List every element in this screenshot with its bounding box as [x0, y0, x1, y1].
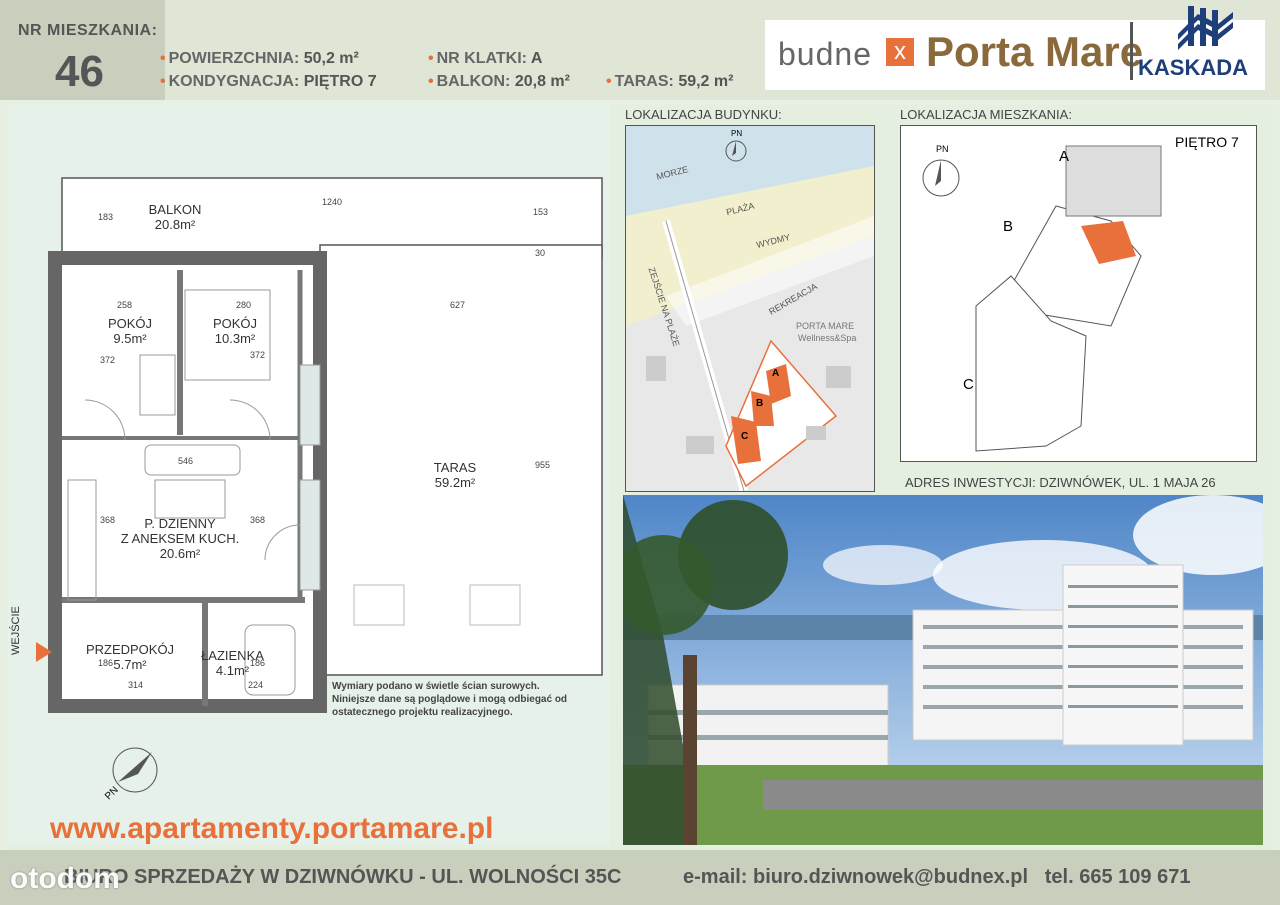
dim-280: 280 — [236, 300, 252, 310]
room1-label: POKÓJ 9.5m² — [107, 316, 153, 346]
spec-floor: • KONDYGNACJA: PIĘTRO 7 — [160, 73, 377, 90]
logo-separator — [1130, 22, 1133, 80]
dim-372a: 372 — [100, 355, 116, 365]
kaskada-waves-icon — [1178, 6, 1233, 50]
hallway-label: PRZEDPOKÓJ 5.7m² — [85, 642, 175, 672]
budnex-logo-x: x — [886, 38, 914, 66]
entrance-arrow-icon — [36, 642, 52, 662]
map2-b-label: B — [1003, 218, 1014, 235]
dim-1240: 1240 — [322, 197, 343, 207]
dim-546: 546 — [178, 456, 194, 466]
dim-183: 183 — [98, 212, 114, 222]
disclaimer: Wymiary podano w świetle ścian surowych.… — [332, 681, 568, 718]
dim-153: 153 — [533, 207, 549, 217]
dim-314: 314 — [128, 680, 144, 690]
kaskada-logo: KASKADA — [1138, 55, 1248, 80]
dim-955: 955 — [535, 460, 551, 470]
investment-address: ADRES INWESTYCJI: DZIWNÓWEK, UL. 1 MAJA … — [905, 475, 1216, 490]
apartment-location-title: LOKALIZACJA MIESZKANIA: — [900, 107, 1072, 122]
apartment-number-value: 46 — [55, 47, 104, 96]
dim-368a: 368 — [100, 515, 116, 525]
dim-368b: 368 — [250, 515, 266, 525]
phone-number[interactable]: 665 109 671 — [1079, 866, 1190, 888]
building-location-map: MORZE PLAŻA WYDMY REKREACJA PORTA MARE W… — [625, 125, 875, 492]
map-wellness-label: Wellness&Spa — [798, 333, 857, 343]
dim-224: 224 — [248, 680, 264, 690]
apartment-location-map: PIĘTRO 7 PN A B C — [900, 125, 1257, 462]
dim-258: 258 — [117, 300, 133, 310]
living-room-label: P. DZIENNY Z ANEKSEM KUCH. 20.6m² — [120, 516, 240, 561]
map1-b-label: B — [756, 398, 764, 409]
floor-plan — [48, 177, 603, 713]
entrance-label: WEJŚCIE — [10, 606, 22, 655]
map1-a-label: A — [772, 368, 780, 379]
building-rendering — [623, 495, 1263, 845]
budnex-logo: budne — [778, 36, 872, 72]
spec-balcony: • BALKON: 20,8 m² — [428, 73, 570, 90]
tel-label: tel. — [1044, 866, 1074, 888]
dim-30: 30 — [535, 248, 546, 258]
terrace-label: TARAS 59.2m² — [433, 460, 477, 490]
room2-label: POKÓJ 10.3m² — [212, 316, 258, 346]
dim-372b: 372 — [250, 350, 266, 360]
dim-186a: 186 — [98, 658, 114, 668]
contact-info: e-mail: biuro.dziwnowek@budnex.pl tel. 6… — [683, 866, 1190, 889]
email-link[interactable]: e-mail: biuro.dziwnowek@budnex.pl — [683, 866, 1028, 888]
map1-north-label: PN — [731, 129, 743, 138]
spec-terrace: • TARAS: 59,2 m² — [606, 73, 734, 90]
dim-186b: 186 — [250, 658, 266, 668]
spec-stairwell: • NR KLATKI: A — [428, 50, 543, 67]
porta-mare-logo: Porta Mare — [926, 28, 1144, 75]
website-link[interactable]: www.apartamenty.portamare.pl — [50, 812, 493, 846]
map1-c-label: C — [741, 431, 749, 442]
otodom-watermark: otodom — [10, 862, 120, 895]
floor-label: PIĘTRO 7 — [1175, 134, 1239, 150]
map2-north-label: PN — [936, 144, 949, 154]
apartment-number-label: NR MIESZKANIA: — [18, 22, 158, 39]
map2-c-label: C — [963, 376, 974, 393]
map-portamare-label: PORTA MARE — [796, 321, 855, 331]
sales-office-address: BIURO SPRZEDAŻY W DZIWNÓWKU - UL. WOLNOŚ… — [64, 866, 622, 888]
spec-area: • POWIERZCHNIA: 50,2 m² — [160, 50, 359, 67]
dim-627: 627 — [450, 300, 466, 310]
map2-a-label: A — [1059, 148, 1070, 165]
building-location-title: LOKALIZACJA BUDYNKU: — [625, 107, 782, 122]
balcony-label: BALKON 20.8m² — [148, 202, 202, 232]
